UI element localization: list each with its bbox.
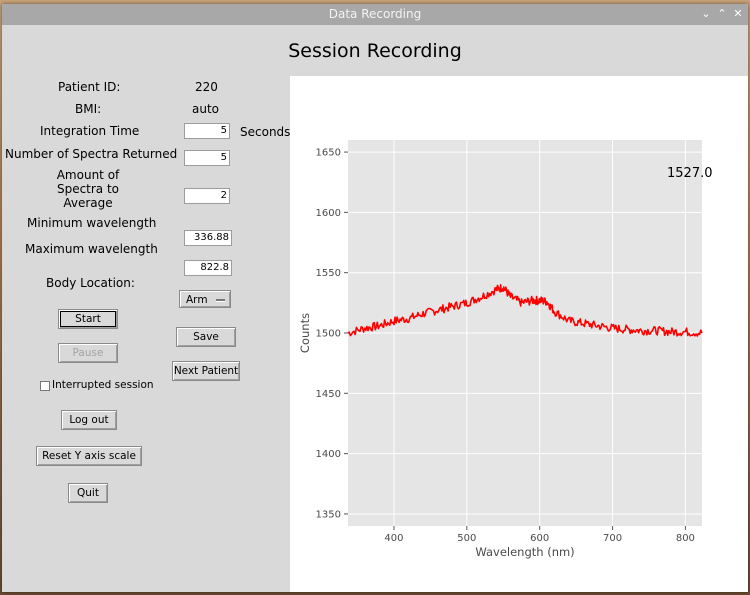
min-wavelength-label: Minimum wavelength [27, 216, 157, 230]
spectra-returned-label: Number of Spectra Returned [5, 147, 178, 161]
x-tick-label: 800 [676, 533, 695, 544]
body-location-value: Arm [186, 294, 208, 306]
app-window: Data Recording ⌄ ⌃ ✕ Session Recording P… [2, 4, 748, 592]
bmi-label: BMI: [75, 102, 102, 116]
x-tick-label: 600 [530, 533, 549, 544]
patient-id-value: 220 [195, 80, 218, 94]
quit-button[interactable]: Quit [68, 483, 108, 503]
spectra-average-label-line3: Average [63, 196, 113, 210]
maximize-icon[interactable]: ⌃ [715, 6, 729, 22]
plot-canvas: 400 500 600 700 800 1350 1400 1450 1500 1550 1600 1… [290, 76, 748, 592]
save-button[interactable]: Save [176, 327, 236, 347]
close-icon[interactable]: ✕ [731, 6, 745, 22]
max-wavelength-label: Maximum wavelength [25, 242, 158, 256]
y-tick-label: 1450 [316, 389, 341, 400]
spectrum-chart: 400 500 600 700 800 1350 1400 1450 1500 1550 1600 1… [298, 140, 713, 559]
current-value-annotation: 1527.0 [667, 166, 713, 181]
logout-button[interactable]: Log out [61, 410, 117, 430]
max-wavelength-input[interactable] [184, 260, 232, 276]
minimize-icon[interactable]: ⌄ [699, 6, 713, 22]
interrupted-session-label: Interrupted session [52, 379, 154, 391]
interrupted-session-checkbox[interactable] [40, 381, 50, 391]
next-patient-button[interactable]: Next Patient [172, 361, 240, 381]
patient-id-label: Patient ID: [58, 80, 121, 94]
x-axis-label: Wavelength (nm) [475, 545, 574, 559]
y-tick-label: 1650 [316, 148, 341, 159]
title-bar: Data Recording ⌄ ⌃ ✕ [2, 4, 748, 25]
start-button[interactable]: Start [58, 309, 118, 329]
y-tick-label: 1500 [316, 329, 341, 340]
y-tick-label: 1350 [316, 509, 341, 520]
y-axis-label: Counts [298, 313, 312, 353]
spectra-average-input[interactable] [184, 188, 230, 204]
body-location-label: Body Location: [46, 276, 135, 290]
reset-y-axis-button[interactable]: Reset Y axis scale [36, 446, 142, 466]
dropdown-indicator-icon [216, 299, 225, 301]
spectra-average-label-line1: Amount of [56, 168, 120, 182]
window-title: Data Recording [328, 7, 422, 21]
bmi-value: auto [192, 102, 220, 116]
pause-button[interactable]: Pause [58, 343, 118, 363]
min-wavelength-input[interactable] [184, 230, 232, 246]
x-tick-label: 500 [457, 533, 476, 544]
y-tick-label: 1600 [316, 208, 341, 219]
spectra-average-label-line2: Spectra to [56, 182, 120, 196]
y-tick-label: 1550 [316, 268, 341, 279]
spectra-average-label: Amount of Spectra to Average [46, 168, 130, 210]
x-tick-label: 700 [603, 533, 622, 544]
x-tick-label: 400 [384, 533, 403, 544]
body-location-select[interactable]: Arm [179, 290, 231, 308]
integration-time-label: Integration Time [40, 124, 140, 138]
integration-unit-label: Seconds [240, 125, 291, 139]
integration-time-input[interactable] [184, 123, 230, 139]
page-title: Session Recording [288, 40, 462, 62]
y-tick-label: 1400 [316, 449, 341, 460]
spectra-returned-input[interactable] [184, 150, 230, 166]
